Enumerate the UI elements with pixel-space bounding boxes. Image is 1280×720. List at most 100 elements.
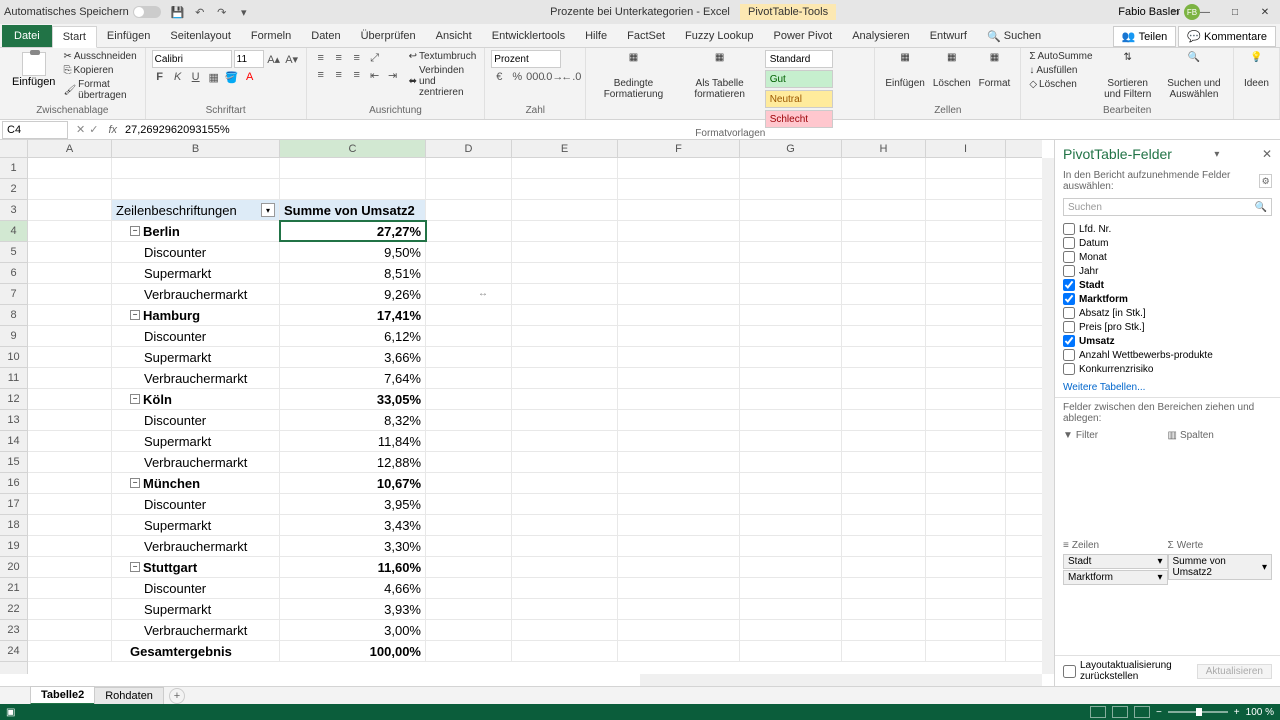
pivot-row-label[interactable]: −Köln (112, 389, 280, 409)
pivot-value[interactable]: 17,41% (280, 305, 426, 325)
dec-decimal-icon[interactable]: ←.0 (563, 69, 579, 85)
row-header-13[interactable]: 13 (0, 410, 27, 431)
pivot-value[interactable]: 7,64% (280, 368, 426, 388)
pivot-value[interactable]: 3,66% (280, 347, 426, 367)
row-header-23[interactable]: 23 (0, 620, 27, 641)
pivot-row-label[interactable]: Supermarkt (112, 263, 280, 283)
page-break-view-icon[interactable] (1134, 706, 1150, 718)
update-button[interactable]: Aktualisieren (1197, 664, 1272, 679)
pivot-row-label[interactable]: −Berlin (112, 221, 280, 241)
pivot-value[interactable]: 3,00% (280, 620, 426, 640)
row-header-20[interactable]: 20 (0, 557, 27, 578)
area-item[interactable]: Stadt▾ (1063, 554, 1168, 569)
indent-inc-icon[interactable]: ⇥ (385, 67, 401, 83)
format-cells-button[interactable]: ▦Format (975, 50, 1015, 91)
align-right-icon[interactable]: ≡ (349, 67, 365, 83)
col-header-E[interactable]: E (512, 140, 618, 157)
pivot-row-label[interactable]: Verbrauchermarkt (112, 620, 280, 640)
zoom-out-icon[interactable]: − (1156, 707, 1162, 718)
pivot-row-label[interactable]: Verbrauchermarkt (112, 284, 280, 304)
style-standard[interactable]: Standard (765, 50, 833, 68)
cond-format-button[interactable]: ▦Bedingte Formatierung (592, 50, 674, 128)
pivot-row-label[interactable]: Verbrauchermarkt (112, 536, 280, 556)
field-item[interactable]: Absatz [in Stk.] (1063, 306, 1272, 320)
paste-button[interactable]: Einfügen (6, 50, 61, 102)
horizontal-scrollbar[interactable] (640, 674, 1042, 686)
save-icon[interactable]: 💾 (171, 5, 185, 19)
field-checkbox[interactable] (1063, 335, 1075, 347)
row-header-18[interactable]: 18 (0, 515, 27, 536)
col-header-D[interactable]: D (426, 140, 512, 157)
chevron-down-icon[interactable]: ▾ (1157, 556, 1162, 567)
tab-fuzzy[interactable]: Fuzzy Lookup (675, 25, 763, 47)
pivot-row-label[interactable]: Supermarkt (112, 599, 280, 619)
field-checkbox[interactable] (1063, 363, 1075, 375)
font-size-combo[interactable] (234, 50, 264, 68)
minimize-icon[interactable]: — (1190, 0, 1220, 24)
orientation-icon[interactable]: ⤢ (367, 50, 383, 66)
redo-icon[interactable]: ↷ (215, 5, 229, 19)
indent-dec-icon[interactable]: ⇤ (367, 67, 383, 83)
ribbon-display-icon[interactable]: ▭ (1160, 0, 1190, 24)
insert-cells-button[interactable]: ▦Einfügen (881, 50, 928, 91)
record-macro-icon[interactable]: ▣ (6, 707, 15, 718)
maximize-icon[interactable]: □ (1220, 0, 1250, 24)
border-icon[interactable]: ▦ (206, 69, 222, 85)
field-checkbox[interactable] (1063, 349, 1075, 361)
row-header-2[interactable]: 2 (0, 179, 27, 200)
align-left-icon[interactable]: ≡ (313, 67, 329, 83)
pane-dropdown-icon[interactable]: ▾ (1214, 149, 1219, 160)
field-checkbox[interactable] (1063, 307, 1075, 319)
increase-font-icon[interactable]: A▴ (266, 51, 282, 67)
inc-decimal-icon[interactable]: .0→ (545, 69, 561, 85)
search-tab[interactable]: 🔍 Suchen (977, 25, 1051, 47)
pivot-value[interactable]: 12,88% (280, 452, 426, 472)
file-tab[interactable]: Datei (2, 25, 52, 47)
align-bottom-icon[interactable]: ≡ (349, 50, 365, 66)
pivot-value[interactable]: 4,66% (280, 578, 426, 598)
wrap-text-button[interactable]: ↩Textumbruch (407, 50, 479, 63)
tab-powerpivot[interactable]: Power Pivot (764, 25, 843, 47)
tab-start[interactable]: Start (52, 26, 97, 48)
align-middle-icon[interactable]: ≡ (331, 50, 347, 66)
row-header-5[interactable]: 5 (0, 242, 27, 263)
gear-icon[interactable]: ⚙ (1259, 174, 1272, 188)
field-item[interactable]: Anzahl Wettbewerbs-produkte (1063, 348, 1272, 362)
pivot-row-label[interactable]: −Stuttgart (112, 557, 280, 577)
pivot-row-label[interactable]: Discounter (112, 494, 280, 514)
sheet-tab-tabelle2[interactable]: Tabelle2 (30, 686, 95, 705)
row-header-21[interactable]: 21 (0, 578, 27, 599)
col-header-G[interactable]: G (740, 140, 842, 157)
fill-color-icon[interactable]: 🪣 (224, 69, 240, 85)
row-header-6[interactable]: 6 (0, 263, 27, 284)
row-header-24[interactable]: 24 (0, 641, 27, 662)
col-header-A[interactable]: A (28, 140, 112, 157)
row-header-19[interactable]: 19 (0, 536, 27, 557)
filter-dropdown-icon[interactable]: ▾ (261, 203, 275, 217)
rows-area[interactable]: ≡Zeilen Stadt▾Marktform▾ (1063, 538, 1168, 651)
style-neutral[interactable]: Neutral (765, 90, 833, 108)
chevron-down-icon[interactable]: ▾ (1262, 562, 1267, 573)
collapse-icon[interactable]: − (130, 478, 140, 488)
pivot-value[interactable]: 9,50% (280, 242, 426, 262)
pivot-value[interactable]: 11,84% (280, 431, 426, 451)
align-top-icon[interactable]: ≡ (313, 50, 329, 66)
number-format-combo[interactable] (491, 50, 561, 68)
col-header-B[interactable]: B (112, 140, 280, 157)
pivot-value[interactable]: 9,26% (280, 284, 426, 304)
values-area[interactable]: ΣWerte Summe von Umsatz2▾ (1168, 538, 1273, 651)
collapse-icon[interactable]: − (130, 562, 140, 572)
field-checkbox[interactable] (1063, 293, 1075, 305)
more-tables-link[interactable]: Weitere Tabellen... (1055, 378, 1280, 397)
row-header-17[interactable]: 17 (0, 494, 27, 515)
row-header-9[interactable]: 9 (0, 326, 27, 347)
close-icon[interactable]: ✕ (1250, 0, 1280, 24)
field-item[interactable]: Datum (1063, 236, 1272, 250)
cells-area[interactable]: Zeilenbeschriftungen▾Summe von Umsatz2−B… (28, 158, 1042, 674)
name-box[interactable]: C4 (2, 121, 68, 139)
find-select-button[interactable]: 🔍Suchen und Auswählen (1161, 50, 1227, 102)
pivot-value[interactable]: 8,32% (280, 410, 426, 430)
italic-icon[interactable]: K (170, 69, 186, 85)
field-item[interactable]: Marktform (1063, 292, 1272, 306)
fx-icon[interactable]: fx (104, 124, 121, 136)
